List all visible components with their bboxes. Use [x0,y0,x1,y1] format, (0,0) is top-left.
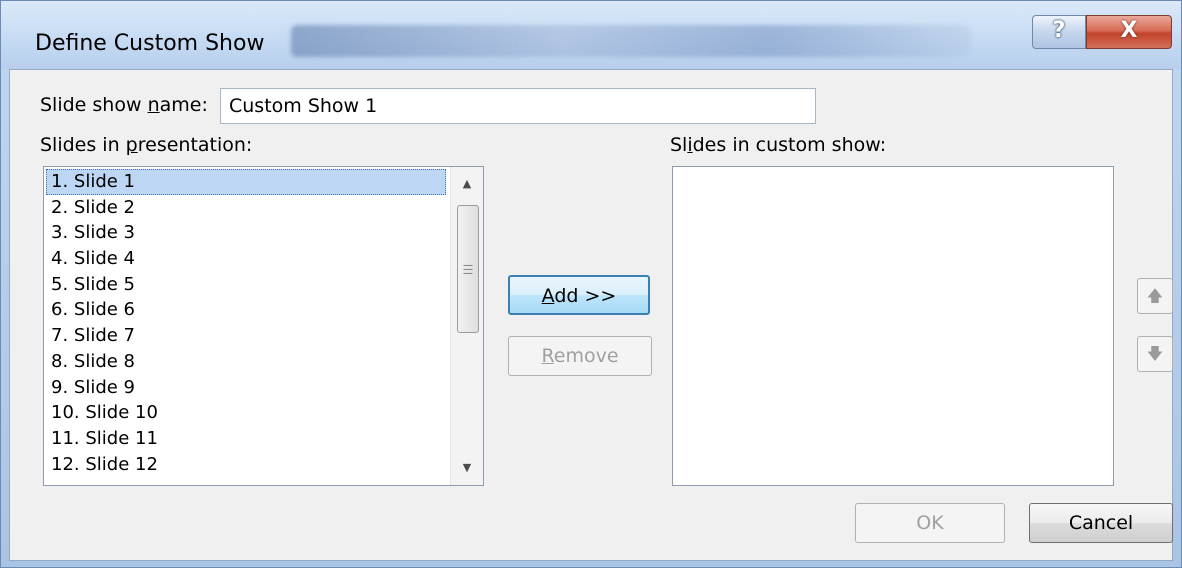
cancel-button[interactable]: Cancel [1029,503,1173,543]
list-item[interactable]: 9. Slide 9 [46,375,446,401]
ok-button[interactable]: OK [855,503,1005,543]
move-down-button[interactable]: 🡇 [1137,336,1173,372]
presentation-slides-list[interactable]: 1. Slide 1 2. Slide 2 3. Slide 3 4. Slide 4… [43,166,484,486]
arrow-down-icon: 🡇 [1146,344,1164,363]
list-item[interactable]: 3. Slide 3 [46,220,446,246]
list-item[interactable]: 11. Slide 11 [46,426,446,452]
blurred-background-title [291,25,971,57]
list-item[interactable]: 2. Slide 2 [46,195,446,221]
custom-show-slides-list[interactable] [672,166,1114,486]
dialog-body: Slide show name: Slides in presentation:… [9,69,1173,561]
list-item[interactable]: 6. Slide 6 [46,297,446,323]
arrow-up-icon: 🡅 [1146,286,1164,305]
list-item[interactable]: 10. Slide 10 [46,400,446,426]
slides-in-custom-show-label: Slides in custom show: [670,134,887,156]
list-item[interactable]: 1. Slide 1 [46,169,446,195]
slides-in-presentation-label: Slides in presentation: [40,134,253,156]
help-button[interactable]: ? [1032,15,1086,49]
list-item[interactable]: 12. Slide 12 [46,452,446,478]
define-custom-show-dialog: Define Custom Show ? X Slide show name: … [0,0,1182,568]
list-item[interactable]: 7. Slide 7 [46,323,446,349]
remove-button[interactable]: Remove [508,336,652,376]
scroll-up-icon[interactable]: ▲ [451,167,483,201]
list-item[interactable]: 5. Slide 5 [46,272,446,298]
scroll-thumb[interactable]: — — — [457,205,479,333]
scroll-down-icon[interactable]: ▼ [451,451,483,485]
list-item[interactable]: 8. Slide 8 [46,349,446,375]
list-item[interactable]: 4. Slide 4 [46,246,446,272]
slides-list-items: 1. Slide 1 2. Slide 2 3. Slide 3 4. Slide 4… [46,169,446,477]
vertical-scrollbar[interactable]: ▲ — — — ▼ [450,167,483,485]
move-up-button[interactable]: 🡅 [1137,278,1173,314]
slide-show-name-input[interactable] [220,88,816,124]
slide-show-name-label: Slide show name: [40,94,208,116]
add-button[interactable]: Add >> [508,275,650,315]
title-bar[interactable]: Define Custom Show ? X [1,1,1181,69]
dialog-title: Define Custom Show [35,31,265,56]
scroll-grip-icon: — — — [463,260,473,279]
close-button[interactable]: X [1086,15,1172,49]
